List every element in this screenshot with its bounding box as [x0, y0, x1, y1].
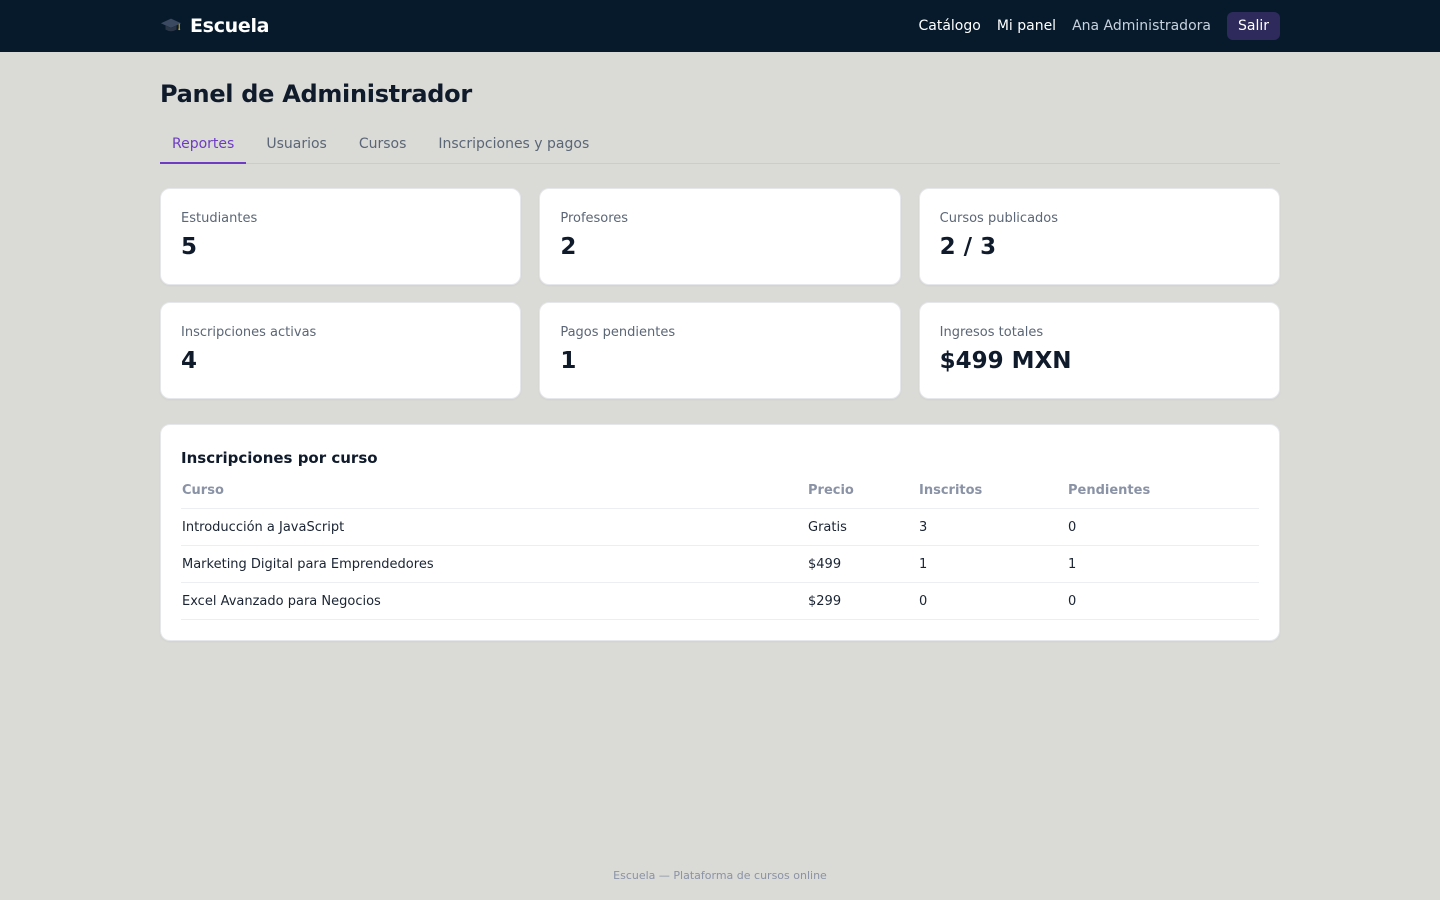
main-content: Panel de Administrador Reportes Usuarios…: [0, 80, 1440, 641]
graduation-cap-icon: [160, 18, 182, 32]
stat-card-estudiantes: Estudiantes 5: [160, 188, 522, 285]
stat-label: Cursos publicados: [939, 211, 1059, 226]
tab-inscripciones-pagos[interactable]: Inscripciones y pagos: [426, 126, 601, 163]
nav-catalog-link[interactable]: Catálogo: [918, 18, 980, 34]
enrollments-table-title: Inscripciones por curso: [181, 449, 378, 467]
cell-inscritos: 0: [918, 582, 1067, 620]
nav-dashboard-link[interactable]: Mi panel: [997, 18, 1056, 34]
page-footer: Escuela — Plataforma de cursos online: [613, 869, 827, 882]
stat-value: 1: [560, 348, 577, 374]
main-nav: Catálogo Mi panel Ana Administradora Sal…: [918, 12, 1280, 40]
stat-label: Profesores: [560, 211, 629, 226]
stat-card-inscripciones-activas: Inscripciones activas 4: [160, 302, 522, 399]
cell-precio: Gratis: [807, 508, 918, 546]
tab-usuarios[interactable]: Usuarios: [254, 126, 339, 163]
stat-card-pagos-pendientes: Pagos pendientes 1: [539, 302, 901, 399]
logout-button[interactable]: Salir: [1226, 12, 1280, 40]
stats-grid: Estudiantes 5 Profesores 2 Cursos public…: [160, 188, 1280, 399]
table-row: Marketing Digital para Emprendedores $49…: [181, 545, 1259, 583]
column-header-pendientes: Pendientes: [1067, 483, 1259, 509]
user-name[interactable]: Ana Administradora: [1072, 18, 1211, 34]
stat-value: 2 / 3: [939, 234, 997, 260]
stat-label: Pagos pendientes: [560, 325, 676, 340]
stat-value: 4: [181, 348, 198, 374]
stat-label: Inscripciones activas: [181, 325, 317, 340]
table-row: Introducción a JavaScript Gratis 3 0: [181, 508, 1259, 546]
column-header-curso: Curso: [181, 483, 807, 509]
stat-label: Ingresos totales: [939, 325, 1044, 340]
tab-reportes[interactable]: Reportes: [160, 126, 247, 164]
cell-inscritos: 1: [918, 545, 1067, 583]
cell-precio: $299: [807, 582, 918, 620]
stat-card-cursos-publicados: Cursos publicados 2 / 3: [918, 188, 1280, 285]
cell-curso: Introducción a JavaScript: [181, 508, 807, 546]
brand-name: Escuela: [190, 15, 270, 37]
cell-pendientes: 0: [1067, 508, 1259, 546]
page-title: Panel de Administrador: [160, 80, 472, 108]
stat-value: 2: [560, 234, 577, 260]
cell-pendientes: 0: [1067, 582, 1259, 620]
tab-cursos[interactable]: Cursos: [347, 126, 419, 163]
top-navbar: Escuela Catálogo Mi panel Ana Administra…: [0, 0, 1440, 52]
cell-pendientes: 1: [1067, 545, 1259, 583]
stat-label: Estudiantes: [181, 211, 258, 226]
stat-value: 5: [181, 234, 198, 260]
table-header-row: Curso Precio Inscritos Pendientes: [181, 483, 1259, 509]
enrollments-table: Curso Precio Inscritos Pendientes Introd…: [181, 483, 1259, 620]
brand[interactable]: Escuela: [160, 15, 270, 37]
cell-curso: Marketing Digital para Emprendedores: [181, 545, 807, 583]
cell-curso: Excel Avanzado para Negocios: [181, 582, 807, 620]
admin-tabs: Reportes Usuarios Cursos Inscripciones y…: [160, 126, 1280, 164]
stat-card-ingresos-totales: Ingresos totales $499 MXN: [918, 302, 1280, 399]
stat-value: $499 MXN: [939, 348, 1072, 374]
column-header-inscritos: Inscritos: [918, 483, 1067, 509]
enrollments-by-course-card: Inscripciones por curso Curso Precio Ins…: [160, 424, 1280, 641]
stat-card-profesores: Profesores 2: [539, 188, 901, 285]
table-row: Excel Avanzado para Negocios $299 0 0: [181, 582, 1259, 620]
column-header-precio: Precio: [807, 483, 918, 509]
cell-inscritos: 3: [918, 508, 1067, 546]
cell-precio: $499: [807, 545, 918, 583]
